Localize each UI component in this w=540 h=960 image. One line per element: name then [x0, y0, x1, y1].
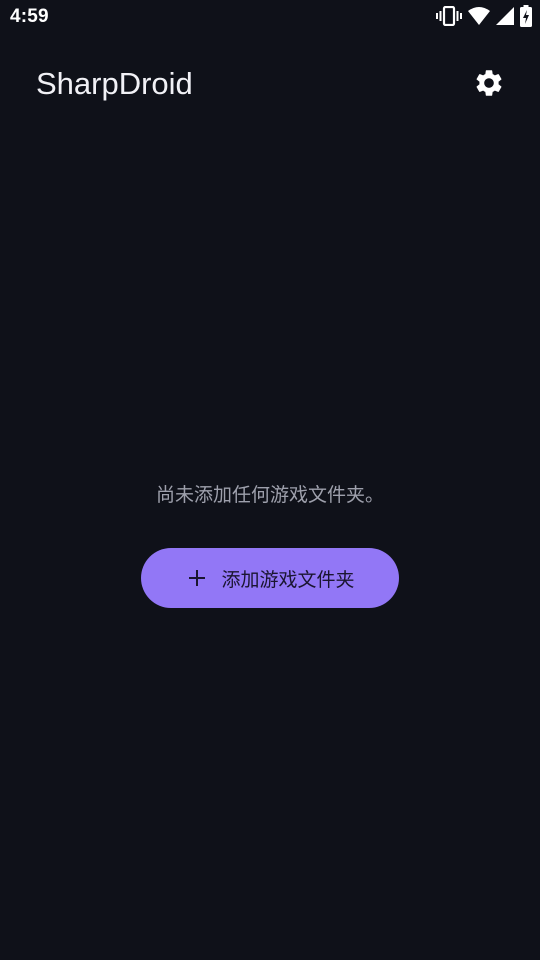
status-bar: 4:59 — [0, 0, 540, 36]
app-bar: SharpDroid — [0, 52, 540, 116]
signal-icon — [496, 7, 514, 29]
app-screen: 4:59 SharpDroid 尚未添加任何游戏文件夹。 添加游戏文件夹 — [0, 0, 540, 960]
gear-icon — [473, 67, 505, 103]
vibrate-icon — [436, 5, 462, 30]
app-title: SharpDroid — [36, 66, 193, 101]
wifi-icon — [468, 7, 490, 29]
add-game-folder-button[interactable]: 添加游戏文件夹 — [141, 548, 399, 608]
plus-icon — [185, 566, 209, 590]
add-game-folder-label: 添加游戏文件夹 — [221, 568, 355, 591]
empty-state-message: 尚未添加任何游戏文件夹。 — [155, 484, 384, 506]
status-time: 4:59 — [10, 6, 49, 27]
status-icons — [430, 5, 532, 31]
battery-charging-icon — [520, 5, 532, 31]
settings-button[interactable] — [468, 64, 510, 106]
